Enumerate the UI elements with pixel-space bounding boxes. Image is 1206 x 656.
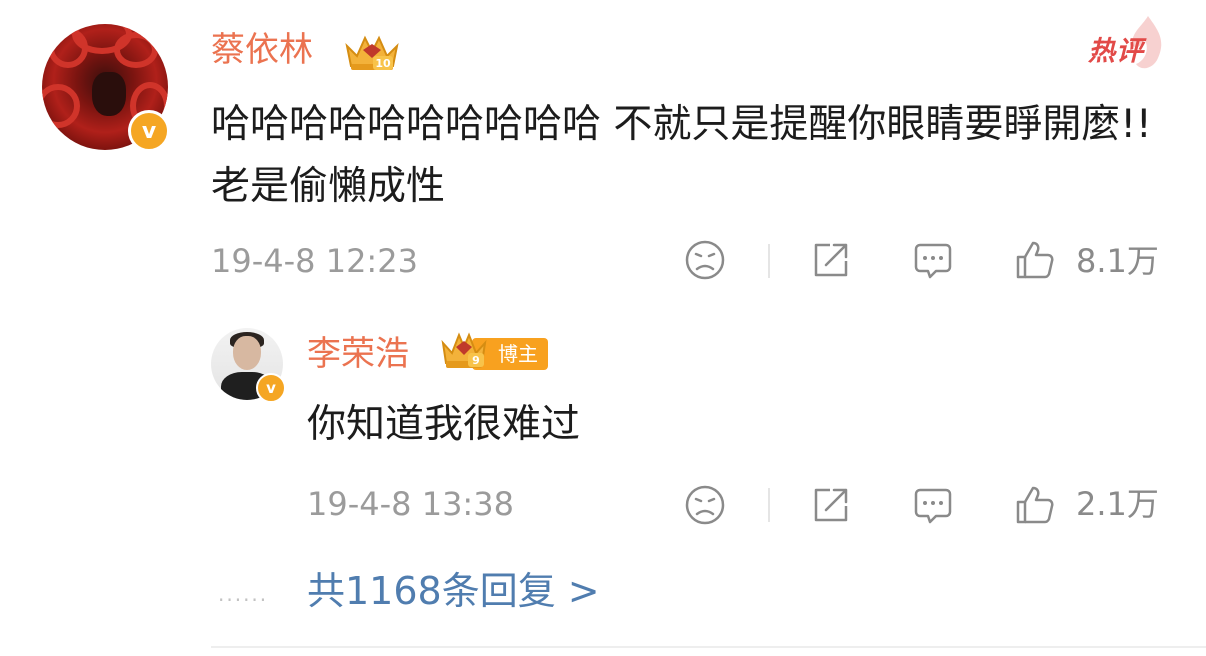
avatar-snake-deco	[42, 84, 80, 128]
thumbs-up-button[interactable]	[1014, 484, 1056, 526]
svg-text:10: 10	[375, 57, 391, 70]
author-name[interactable]: 蔡依林	[211, 28, 313, 72]
svg-text:9: 9	[472, 354, 480, 367]
separator	[768, 488, 770, 522]
verified-badge-icon: v	[128, 110, 170, 152]
verified-badge-icon: v	[256, 373, 286, 403]
crown-icon: 9	[440, 331, 488, 371]
share-button[interactable]	[810, 484, 852, 526]
reply-like-count: 2.1万	[1076, 485, 1159, 523]
thumbs-up-button[interactable]	[1014, 239, 1056, 281]
reply-comment-button[interactable]	[912, 239, 954, 281]
divider	[211, 646, 1206, 648]
hot-comment-label: 热评	[1088, 36, 1144, 67]
reply-author-name[interactable]: 李荣浩	[307, 332, 409, 376]
comment-timestamp: 19-4-8 12:23	[211, 242, 418, 280]
comment-text: 哈哈哈哈哈哈哈哈哈哈 不就只是提醒你眼睛要睜開麼!! 老是偷懶成性	[211, 102, 1152, 209]
view-all-replies-link[interactable]: 共1168条回复 >	[307, 568, 600, 614]
share-button[interactable]	[810, 239, 852, 281]
reply-text: 你知道我很难过	[307, 402, 581, 447]
dislike-face-button[interactable]	[684, 239, 726, 281]
separator	[768, 244, 770, 278]
reply-comment-button[interactable]	[912, 484, 954, 526]
dislike-face-button[interactable]	[684, 484, 726, 526]
crown-icon: 10	[343, 34, 401, 72]
like-count: 8.1万	[1076, 242, 1159, 280]
reply-timestamp: 19-4-8 13:38	[307, 485, 514, 523]
ellipsis-dots: ......	[218, 582, 269, 606]
avatar-face	[92, 72, 126, 116]
avatar-head	[233, 336, 261, 370]
